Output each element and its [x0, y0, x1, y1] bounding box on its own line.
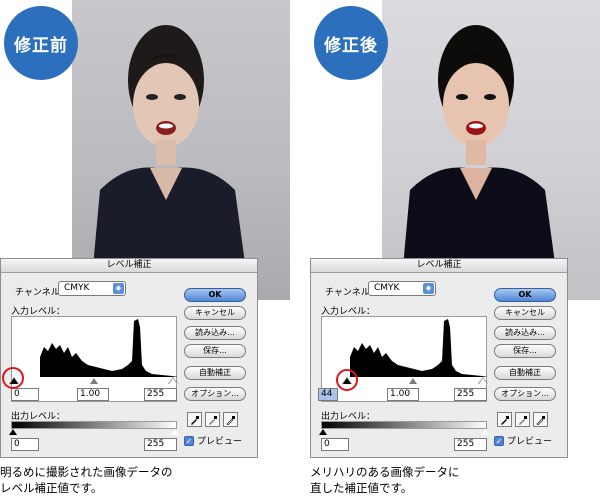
- channel-select[interactable]: CMYK ◆: [368, 281, 436, 296]
- badge-before: 修正前: [4, 6, 78, 80]
- eyedropper-black-icon[interactable]: [187, 412, 202, 427]
- output-black-field[interactable]: 0: [11, 438, 39, 451]
- preview-checkbox[interactable]: ✓ プレビュー: [494, 434, 552, 447]
- caption-line-2: 直した補正値です。: [310, 481, 413, 495]
- output-black-slider[interactable]: [319, 429, 327, 435]
- checkbox-checked-icon: ✓: [184, 435, 194, 446]
- preview-checkbox[interactable]: ✓ プレビュー: [184, 434, 242, 447]
- input-white-slider-fill: [169, 378, 177, 384]
- popup-arrow-icon: ◆: [113, 283, 124, 294]
- output-white-field[interactable]: 255: [144, 438, 177, 451]
- output-white-field[interactable]: 255: [454, 438, 487, 451]
- output-black-slider[interactable]: [9, 429, 17, 435]
- levels-dialog-after: レベル補正 チャンネル： CMYK ◆ 入力レベル： 44 1.00 255 出…: [310, 258, 568, 458]
- caption-line-1: 明るめに撮影された画像データの: [0, 465, 173, 479]
- preview-label: プレビュー: [507, 437, 553, 447]
- input-white-slider-fill: [479, 378, 487, 384]
- dialog-title: レベル補正: [1, 259, 257, 273]
- highlight-ring-before: [2, 367, 24, 389]
- load-button[interactable]: 読み込み...: [494, 326, 556, 340]
- eyedropper-white-icon[interactable]: [223, 412, 238, 427]
- eyedropper-white-icon[interactable]: [533, 412, 548, 427]
- panel-after: 修正後 レベル補正 チャンネル： CMYK ◆ 入力レベル： 44 1.00 2…: [310, 0, 600, 497]
- levels-dialog-before: レベル補正 チャンネル： CMYK ◆ 入力レベル： 0 1.00 255 出力…: [0, 258, 258, 458]
- cancel-button[interactable]: キャンセル: [494, 306, 556, 320]
- save-button[interactable]: 保存...: [184, 344, 246, 358]
- auto-button[interactable]: 自動補正: [494, 366, 556, 380]
- output-white-slider[interactable]: [171, 429, 179, 435]
- highlight-ring-after: [336, 369, 358, 391]
- auto-button[interactable]: 自動補正: [184, 366, 246, 380]
- input-gamma-field[interactable]: 1.00: [77, 388, 109, 401]
- output-gradient-bar: [11, 421, 177, 429]
- output-gradient-bar: [321, 421, 487, 429]
- input-white-field[interactable]: 255: [144, 388, 177, 401]
- options-button[interactable]: オプション...: [184, 387, 246, 401]
- input-gamma-slider[interactable]: [409, 378, 417, 384]
- input-gamma-slider[interactable]: [90, 378, 98, 384]
- output-black-field[interactable]: 0: [321, 438, 349, 451]
- input-black-field[interactable]: 0: [11, 388, 39, 401]
- eyedropper-gray-icon[interactable]: [515, 412, 530, 427]
- channel-value: CMYK: [374, 283, 400, 293]
- badge-after: 修正後: [314, 6, 388, 80]
- dialog-title: レベル補正: [311, 259, 567, 273]
- caption-line-1: メリハリのある画像データに: [310, 465, 460, 479]
- channel-value: CMYK: [64, 283, 90, 293]
- input-white-field[interactable]: 255: [454, 388, 487, 401]
- input-black-field[interactable]: 44: [318, 388, 338, 401]
- popup-arrow-icon: ◆: [423, 283, 434, 294]
- eyedropper-gray-icon[interactable]: [205, 412, 220, 427]
- ok-button[interactable]: OK: [184, 288, 246, 302]
- channel-select[interactable]: CMYK ◆: [58, 281, 126, 296]
- cancel-button[interactable]: キャンセル: [184, 306, 246, 320]
- options-button[interactable]: オプション...: [494, 387, 556, 401]
- panel-before: 修正前 レベル補正 チャンネル： CMYK ◆ 入力レベル： 0 1.00 25…: [0, 0, 290, 497]
- save-button[interactable]: 保存...: [494, 344, 556, 358]
- ok-button[interactable]: OK: [494, 288, 556, 302]
- eyedropper-black-icon[interactable]: [497, 412, 512, 427]
- caption-before: 明るめに撮影された画像データの レベル補正値です。: [0, 464, 290, 496]
- preview-label: プレビュー: [197, 437, 243, 447]
- output-white-slider[interactable]: [481, 429, 489, 435]
- checkbox-checked-icon: ✓: [494, 435, 504, 446]
- caption-line-2: レベル補正値です。: [0, 481, 103, 495]
- caption-after: メリハリのある画像データに 直した補正値です。: [310, 464, 600, 496]
- load-button[interactable]: 読み込み...: [184, 326, 246, 340]
- input-gamma-field[interactable]: 1.00: [387, 388, 419, 401]
